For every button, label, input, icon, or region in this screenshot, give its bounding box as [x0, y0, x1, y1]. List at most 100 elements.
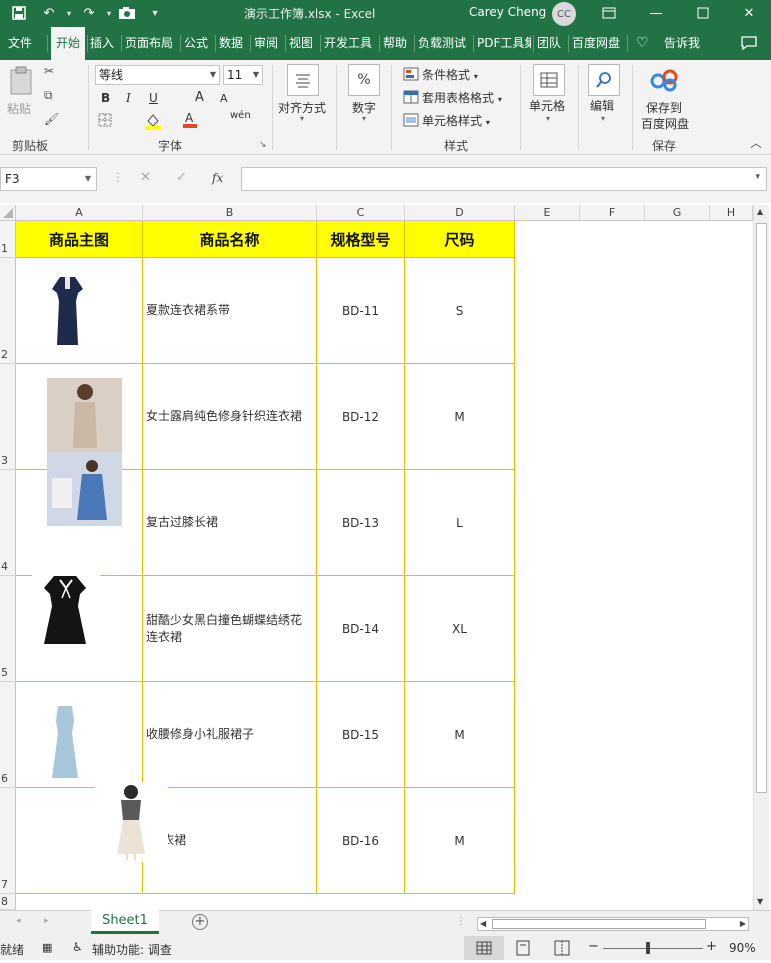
enter-icon[interactable]: ✓: [176, 170, 187, 185]
search-icon[interactable]: [588, 64, 620, 96]
underline-button[interactable]: U: [149, 91, 158, 105]
product-name-cell[interactable]: 收腰修身小礼服裙子: [143, 682, 317, 788]
header-cell-main-image[interactable]: 商品主图: [16, 221, 143, 258]
phonetic-button[interactable]: wén: [230, 110, 251, 121]
zoom-level[interactable]: 90%: [729, 941, 756, 955]
product-image-dress-navy[interactable]: [45, 273, 90, 351]
size-cell[interactable]: L: [405, 470, 515, 576]
avatar[interactable]: CC: [552, 2, 576, 26]
copy-icon[interactable]: ⧉: [44, 88, 53, 103]
ribbon-display-icon[interactable]: [598, 3, 620, 23]
number-format-icon[interactable]: %: [348, 64, 380, 96]
tab-team[interactable]: 团队: [537, 27, 561, 60]
cells-icon[interactable]: [533, 64, 565, 96]
scroll-right-icon[interactable]: ▶: [740, 919, 746, 928]
column-header-c[interactable]: C: [317, 205, 405, 221]
tab-file[interactable]: 文件: [8, 27, 32, 60]
spec-cell[interactable]: BD-16: [317, 788, 405, 894]
spec-cell[interactable]: BD-13: [317, 470, 405, 576]
conditional-format-icon[interactable]: [403, 67, 419, 84]
product-name-cell[interactable]: 夏款连衣裙系带: [143, 258, 317, 364]
bold-button[interactable]: B: [101, 91, 110, 105]
column-header-d[interactable]: D: [405, 205, 515, 221]
tab-data[interactable]: 数据: [219, 27, 243, 60]
row-header-4[interactable]: 4: [0, 470, 16, 576]
fill-color-icon[interactable]: [144, 112, 162, 133]
expand-formula-bar-icon[interactable]: ▾: [755, 172, 760, 182]
user-name[interactable]: Carey Cheng: [469, 5, 546, 19]
paste-button[interactable]: 粘贴: [7, 100, 31, 117]
format-as-table-button[interactable]: 套用表格格式 ▾: [422, 89, 502, 106]
save-to-baidu-line2[interactable]: 百度网盘: [641, 115, 689, 132]
sheet-tab-sheet1[interactable]: Sheet1: [91, 910, 159, 934]
lightbulb-icon[interactable]: ♡: [636, 27, 649, 60]
row-header-6[interactable]: 6: [0, 682, 16, 788]
font-dialog-launcher-icon[interactable]: ↘: [259, 140, 267, 150]
scroll-down-icon[interactable]: ▼: [757, 897, 763, 906]
add-sheet-icon[interactable]: +: [192, 914, 208, 930]
product-name-cell[interactable]: 女士露肩纯色修身针织连衣裙: [143, 364, 317, 470]
close-icon[interactable]: ✕: [738, 3, 760, 23]
prev-sheet-icon[interactable]: ◂: [16, 916, 21, 926]
product-name-cell[interactable]: f连衣裙: [143, 788, 317, 894]
row-header-8[interactable]: 8: [0, 894, 16, 910]
column-header-f[interactable]: F: [580, 205, 645, 221]
select-all-corner[interactable]: [0, 205, 16, 221]
column-header-h[interactable]: H: [710, 205, 753, 221]
row-header-5[interactable]: 5: [0, 576, 16, 682]
cells-button[interactable]: 单元格: [529, 97, 565, 114]
next-sheet-icon[interactable]: ▸: [44, 916, 49, 926]
header-cell-product-name[interactable]: 商品名称: [143, 221, 317, 258]
spec-cell[interactable]: BD-11: [317, 258, 405, 364]
normal-view-button[interactable]: [464, 936, 504, 960]
size-cell[interactable]: M: [405, 682, 515, 788]
shrink-font-button[interactable]: A: [220, 92, 228, 105]
tab-formulas[interactable]: 公式: [184, 27, 208, 60]
size-cell[interactable]: XL: [405, 576, 515, 682]
scroll-left-icon[interactable]: ◀: [480, 919, 486, 928]
vertical-scroll-thumb[interactable]: [756, 223, 767, 793]
product-image-knit-dress[interactable]: [47, 378, 122, 526]
horizontal-scroll-thumb[interactable]: [492, 919, 706, 929]
size-cell[interactable]: M: [405, 364, 515, 470]
page-layout-view-icon[interactable]: [516, 940, 530, 959]
formula-input[interactable]: ▾: [241, 167, 767, 191]
column-header-g[interactable]: G: [645, 205, 710, 221]
tab-developer[interactable]: 开发工具: [324, 27, 372, 60]
tab-insert[interactable]: 插入: [90, 27, 114, 60]
tab-view[interactable]: 视图: [289, 27, 313, 60]
zoom-slider[interactable]: [603, 948, 703, 949]
page-break-view-icon[interactable]: [554, 940, 570, 959]
column-header-b[interactable]: B: [143, 205, 317, 221]
accessibility-status[interactable]: 辅助功能: 调查: [92, 941, 172, 958]
save-icon[interactable]: [8, 3, 30, 23]
spec-cell[interactable]: BD-12: [317, 364, 405, 470]
font-size-combo[interactable]: 11 ▼: [223, 65, 263, 85]
grow-font-button[interactable]: A: [195, 90, 204, 105]
redo-icon[interactable]: ↷: [78, 3, 100, 23]
format-as-table-icon[interactable]: [403, 90, 419, 107]
zoom-in-icon[interactable]: +: [706, 939, 717, 954]
maximize-icon[interactable]: [692, 3, 714, 23]
name-box[interactable]: F3 ▼: [0, 167, 97, 191]
tab-review[interactable]: 审阅: [254, 27, 278, 60]
font-name-combo[interactable]: 等线 ▼: [95, 65, 220, 85]
paste-icon[interactable]: [8, 66, 36, 99]
worksheet-grid[interactable]: A B C D E F G H 1 2 3 4 5 6 7 8 商品主图 商品名…: [0, 203, 771, 910]
tab-load-test[interactable]: 负载测试: [418, 27, 466, 60]
cell-styles-button[interactable]: 单元格样式 ▾: [422, 112, 490, 129]
product-image-blue-dress[interactable]: [50, 703, 80, 781]
header-cell-spec[interactable]: 规格型号: [317, 221, 405, 258]
accessibility-icon[interactable]: ♿: [72, 940, 83, 954]
tab-page-layout[interactable]: 页面布局: [125, 27, 173, 60]
collapse-ribbon-icon[interactable]: ︿: [750, 134, 762, 151]
spec-cell[interactable]: BD-15: [317, 682, 405, 788]
font-color-icon[interactable]: A: [182, 110, 198, 131]
comments-icon[interactable]: [740, 27, 758, 60]
zoom-out-icon[interactable]: −: [588, 939, 599, 954]
row-header-2[interactable]: 2: [0, 258, 16, 364]
tab-split-grip-icon[interactable]: ⋮: [456, 916, 466, 927]
undo-icon[interactable]: ↶: [38, 3, 60, 23]
insert-function-icon[interactable]: fx: [212, 171, 223, 185]
scroll-up-icon[interactable]: ▲: [757, 207, 763, 216]
